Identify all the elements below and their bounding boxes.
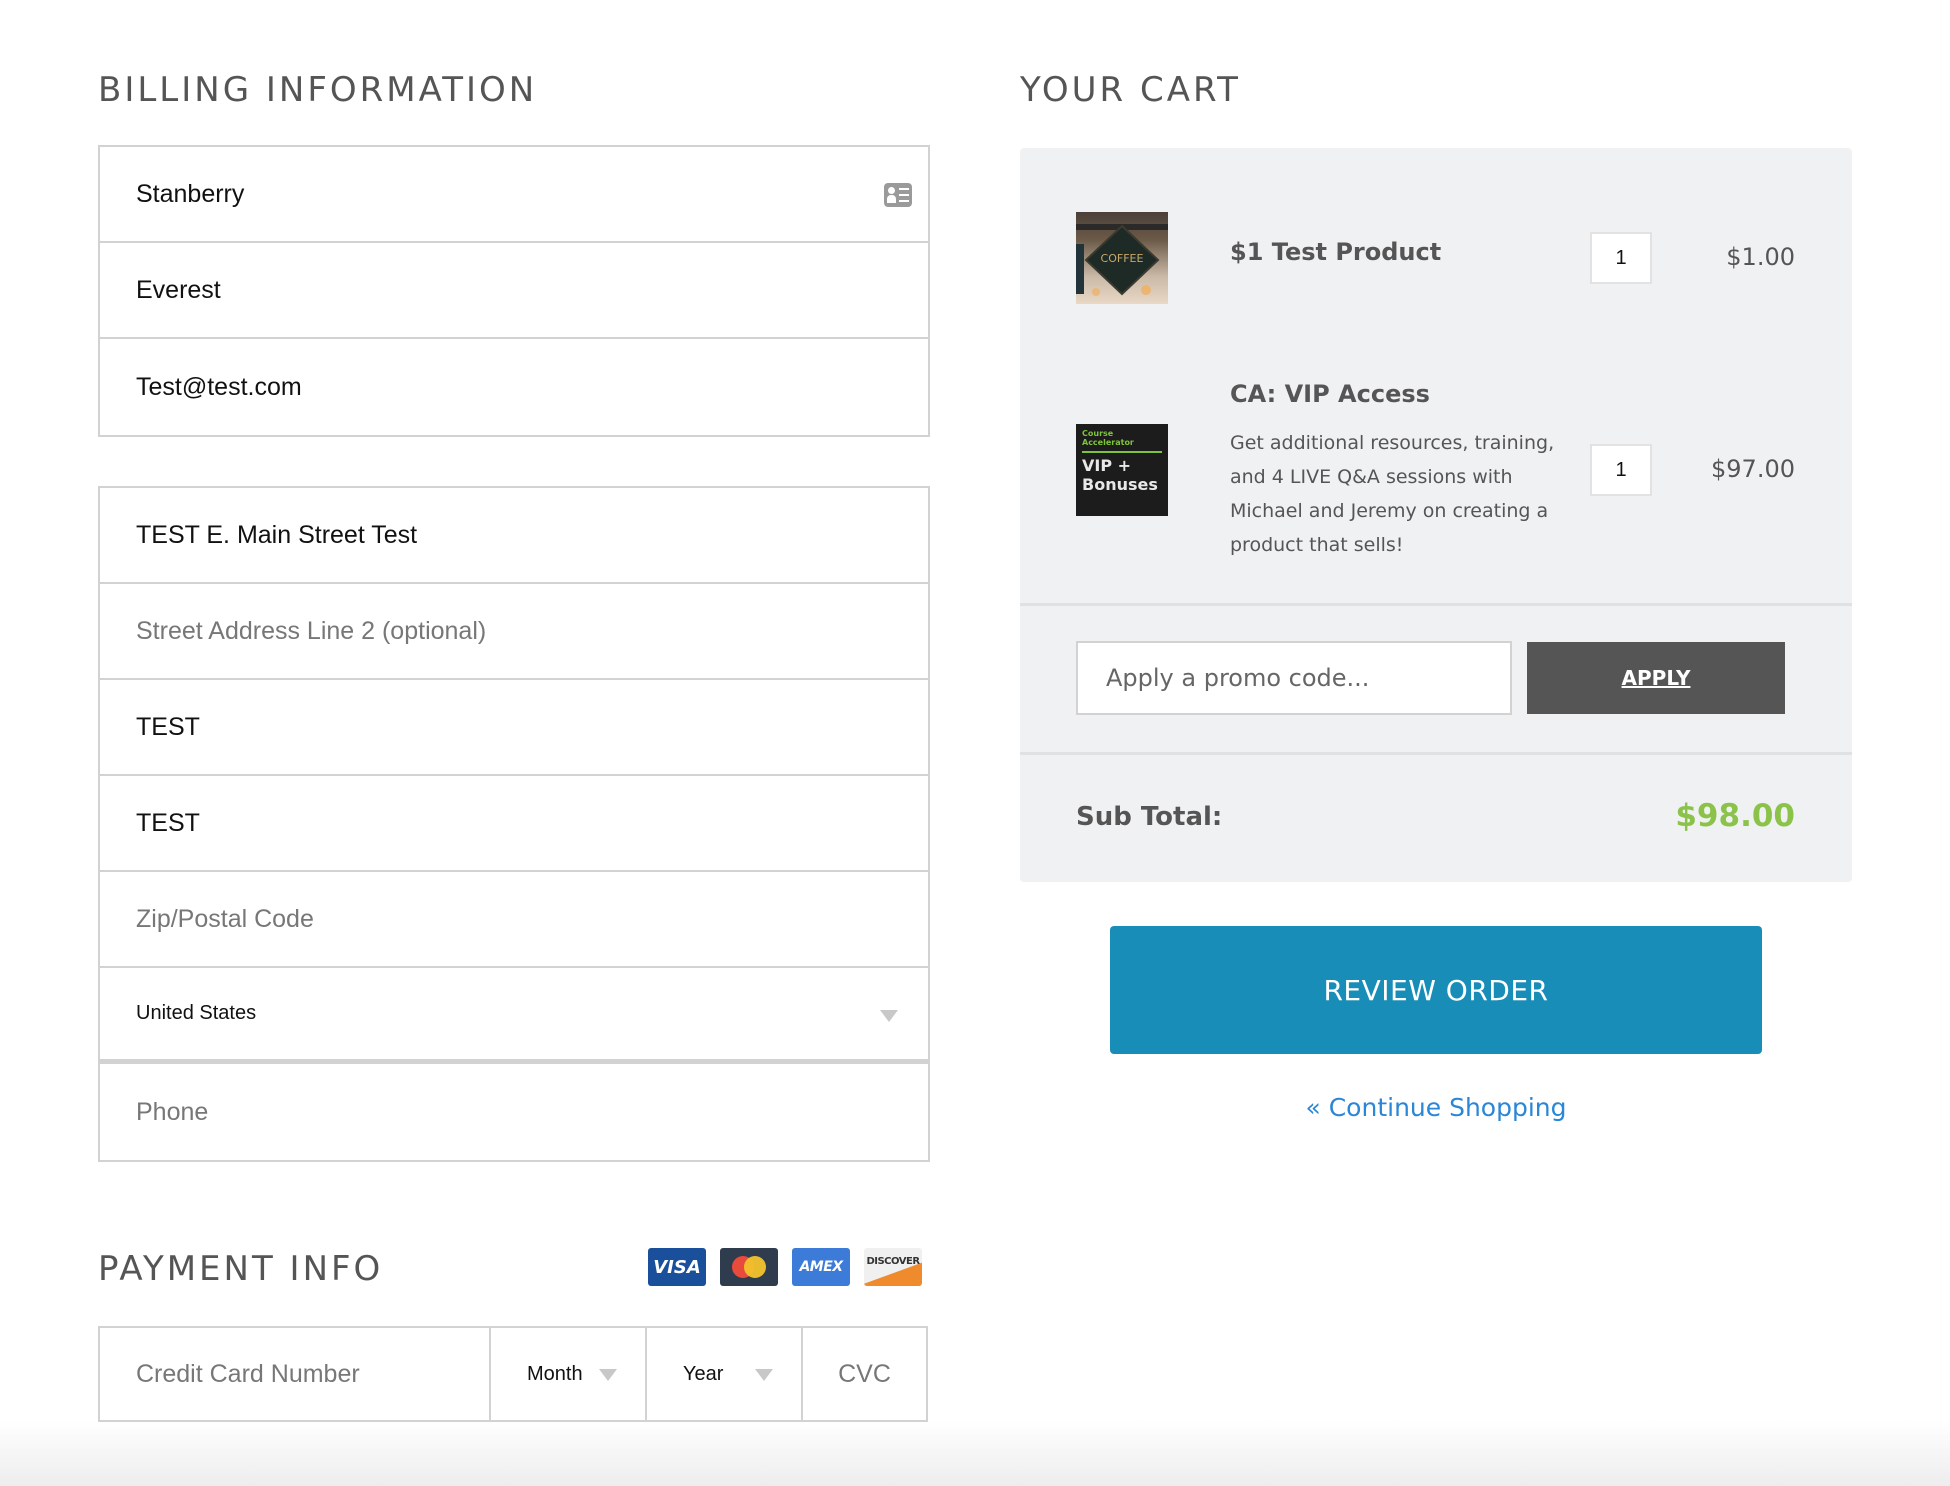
last-name-value: Stanberry	[136, 179, 245, 208]
cvc-placeholder: CVC	[838, 1359, 891, 1388]
continue-shopping-link[interactable]: « Continue Shopping	[1110, 1093, 1762, 1122]
mastercard-icon	[720, 1248, 778, 1286]
item-price: $1.00	[1726, 243, 1795, 271]
street-address-2-placeholder: Street Address Line 2 (optional)	[136, 616, 487, 645]
country-select[interactable]: United States	[100, 968, 928, 1064]
item-qty-input[interactable]: 1	[1590, 444, 1652, 496]
apply-promo-button[interactable]: APPLY	[1527, 642, 1785, 714]
promo-placeholder: Apply a promo code...	[1106, 664, 1370, 692]
card-details-row: Credit Card Number Month Year CVC	[98, 1326, 928, 1422]
chevron-down-icon	[599, 1369, 617, 1381]
city-field[interactable]: TEST	[100, 680, 928, 776]
year-label: Year	[683, 1362, 724, 1385]
item-qty-input[interactable]: 1	[1590, 232, 1652, 284]
state-field[interactable]: TEST	[100, 776, 928, 872]
product-image-coffee: COFFEE	[1076, 212, 1168, 304]
expiry-year-select[interactable]: Year	[647, 1328, 803, 1420]
first-name-value: Everest	[136, 275, 221, 304]
cvc-field[interactable]: CVC	[803, 1328, 926, 1420]
payment-title: PAYMENT INFO	[98, 1249, 384, 1289]
street-address-field[interactable]: TEST E. Main Street Test	[100, 488, 928, 584]
cart-title: YOUR CART	[1020, 70, 1241, 110]
page-bottom-fade	[0, 1420, 1950, 1486]
contact-card-icon[interactable]	[884, 183, 912, 207]
discover-icon: DISCOVER	[864, 1248, 922, 1286]
phone-field[interactable]: Phone	[100, 1064, 928, 1160]
amex-icon: AMEX	[792, 1248, 850, 1286]
card-number-placeholder: Credit Card Number	[136, 1359, 360, 1388]
first-name-field[interactable]: Everest	[100, 243, 928, 339]
cart-divider	[1020, 603, 1852, 606]
cart-divider	[1020, 752, 1852, 755]
phone-placeholder: Phone	[136, 1097, 209, 1126]
expiry-month-select[interactable]: Month	[491, 1328, 647, 1420]
email-value: Test@test.com	[136, 372, 302, 401]
item-description: Get additional resources, training, and …	[1230, 432, 1555, 556]
city-value: TEST	[136, 712, 200, 741]
street-address-2-field[interactable]: Street Address Line 2 (optional)	[100, 584, 928, 680]
state-value: TEST	[136, 808, 200, 837]
chevron-down-icon	[755, 1369, 773, 1381]
review-order-button[interactable]: REVIEW ORDER	[1110, 926, 1762, 1054]
cart-panel: COFFEE $1 Test Product 1 $1.00 Course Ac…	[1020, 148, 1852, 882]
promo-code-input[interactable]: Apply a promo code...	[1076, 641, 1512, 715]
item-price: $97.00	[1711, 455, 1795, 483]
subtotal-value: $98.00	[1675, 798, 1795, 834]
vip-image-line4: Bonuses	[1082, 475, 1158, 494]
vip-image-line2: Accelerator	[1082, 438, 1134, 447]
item-name: CA: VIP Access	[1230, 380, 1430, 408]
vip-image-line1: Course	[1082, 429, 1114, 438]
billing-title: BILLING INFORMATION	[98, 70, 538, 110]
product-image-vip: Course Accelerator VIP + Bonuses	[1076, 424, 1168, 516]
item-name: $1 Test Product	[1230, 238, 1442, 266]
contact-fields-group: Stanberry Everest Test@test.com	[98, 145, 930, 437]
address-fields-group: TEST E. Main Street Test Street Address …	[98, 486, 930, 1162]
zip-placeholder: Zip/Postal Code	[136, 904, 314, 933]
chevron-down-icon	[880, 1010, 898, 1022]
country-value: United States	[136, 1002, 257, 1024]
vip-image-line3: VIP +	[1082, 456, 1132, 475]
email-field[interactable]: Test@test.com	[100, 339, 928, 435]
visa-icon: VISA	[648, 1248, 706, 1286]
coffee-image-text: COFFEE	[1100, 252, 1144, 265]
last-name-field[interactable]: Stanberry	[100, 147, 928, 243]
card-number-field[interactable]: Credit Card Number	[100, 1328, 491, 1420]
zip-field[interactable]: Zip/Postal Code	[100, 872, 928, 968]
subtotal-label: Sub Total:	[1076, 802, 1223, 832]
month-label: Month	[527, 1362, 583, 1385]
street-address-value: TEST E. Main Street Test	[136, 520, 418, 549]
